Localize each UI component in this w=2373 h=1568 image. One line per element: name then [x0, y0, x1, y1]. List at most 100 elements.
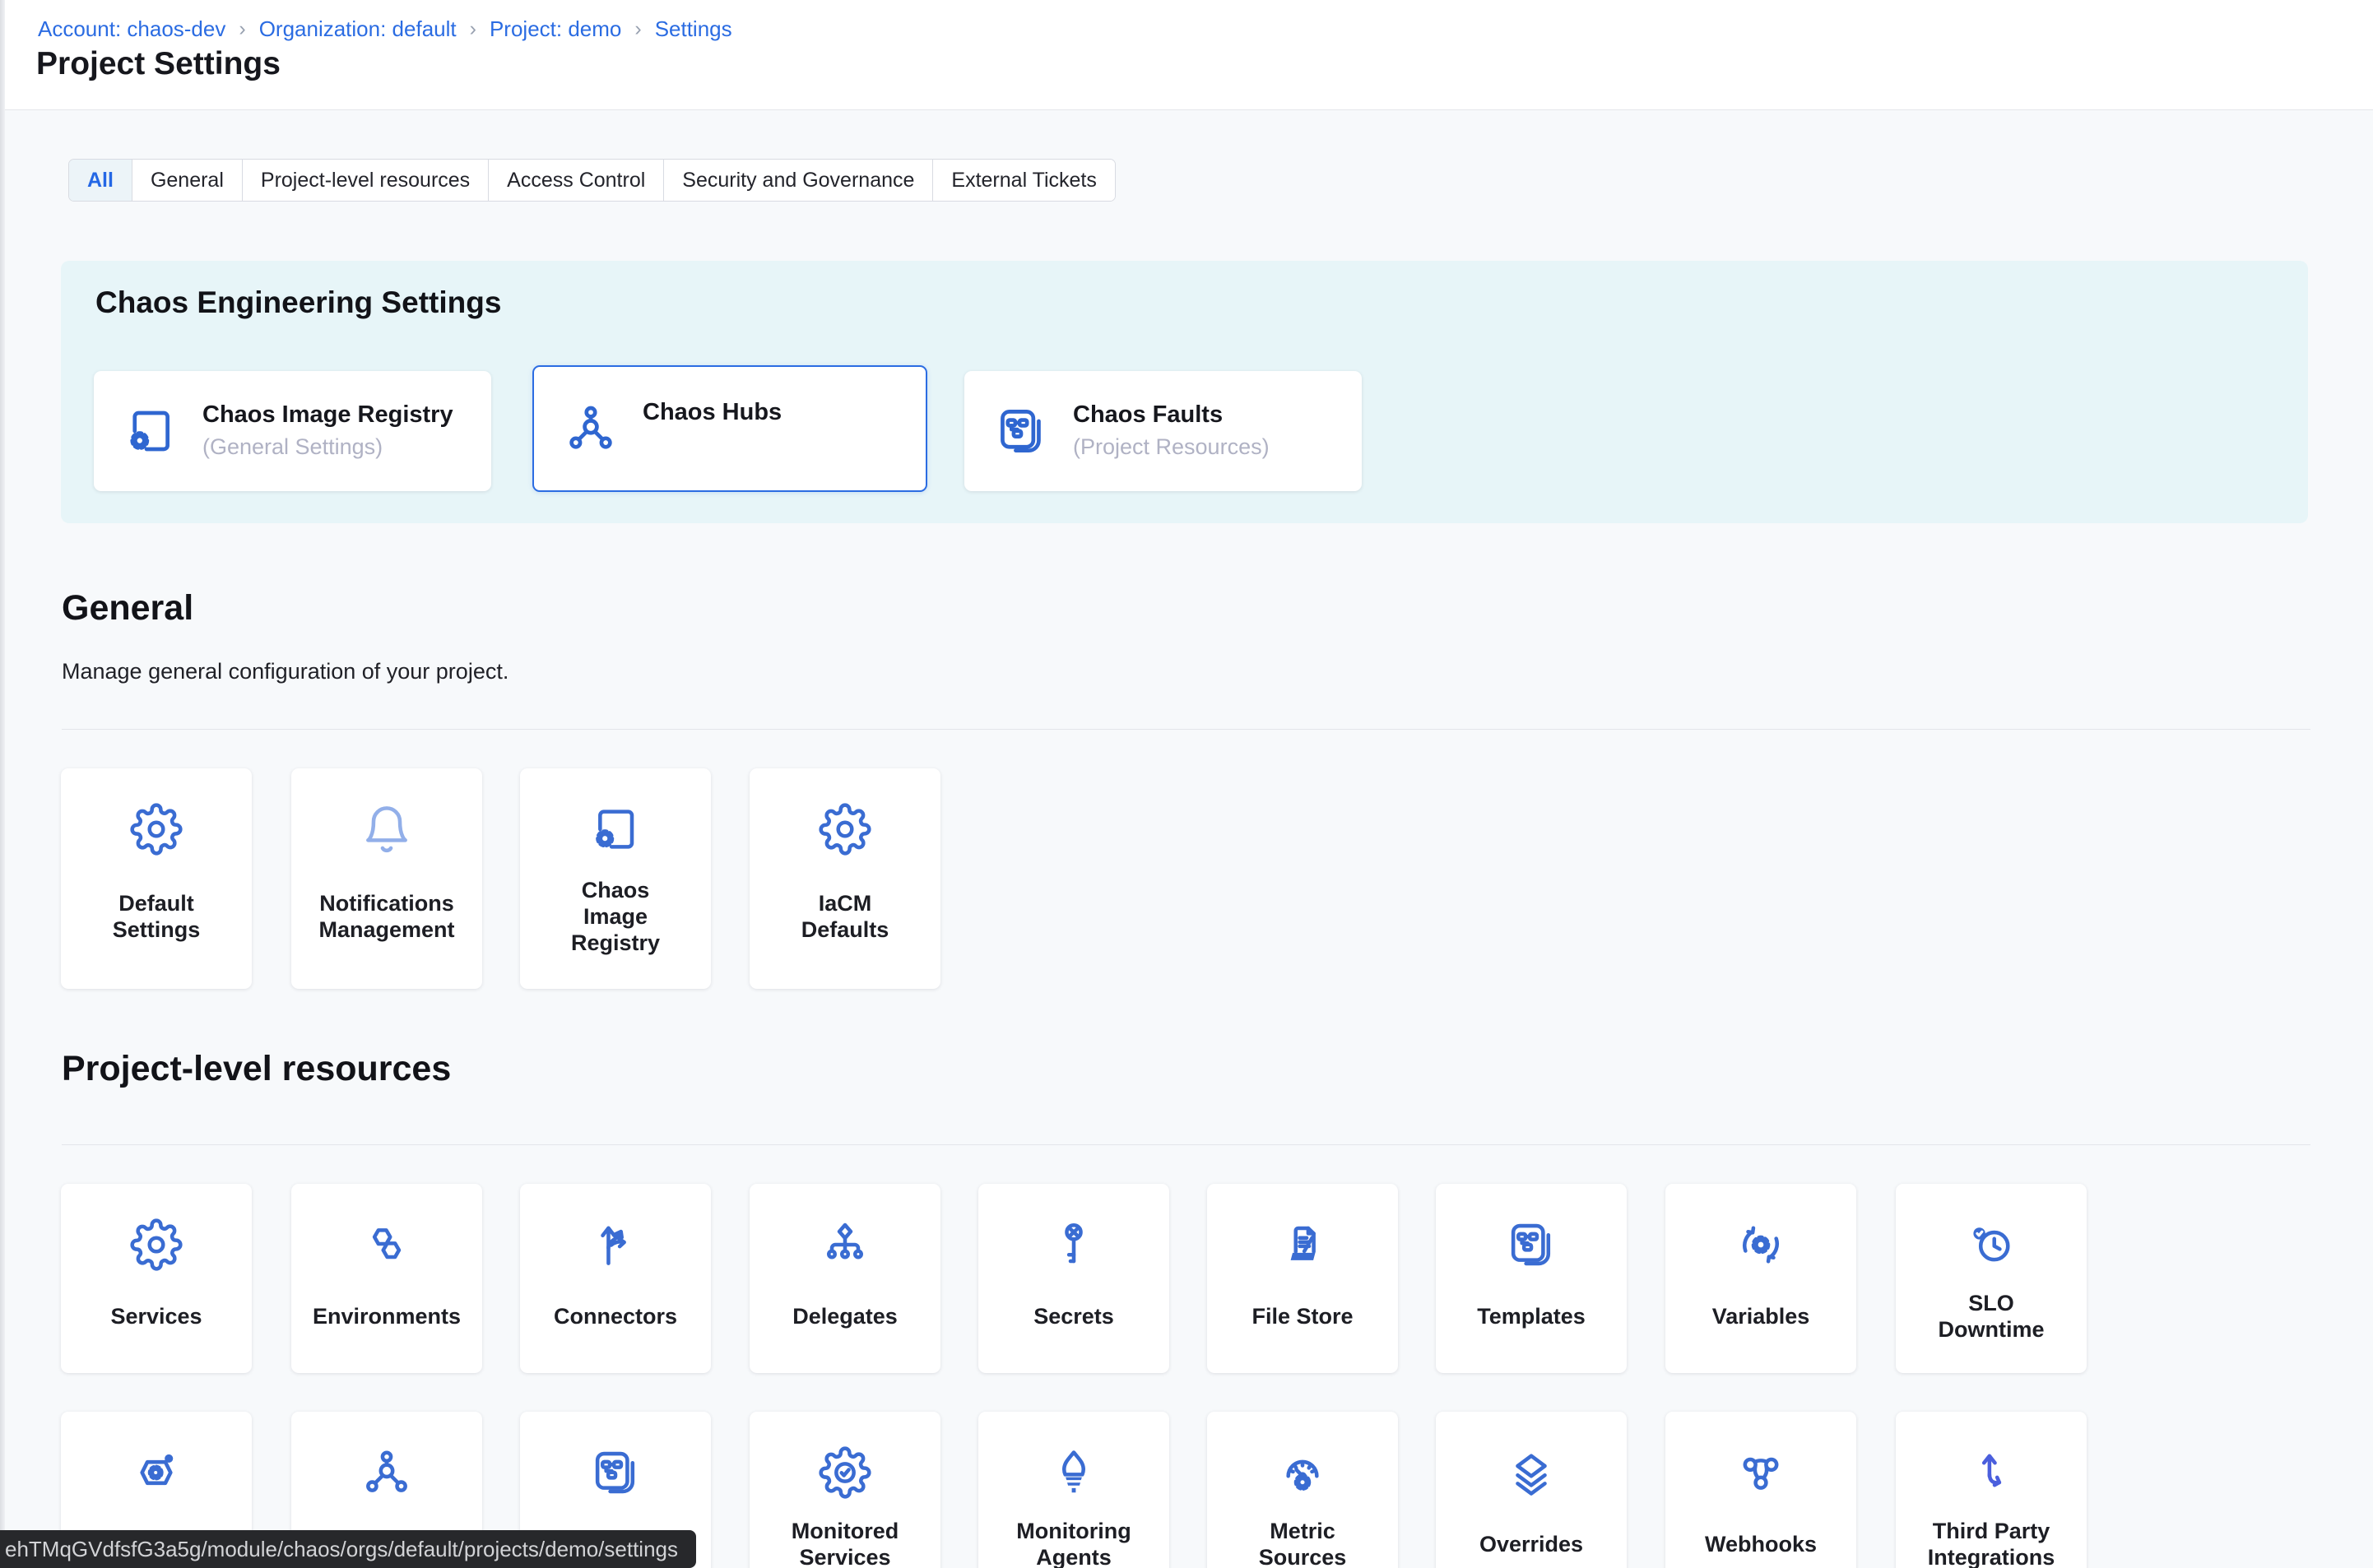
left-edge-shadow	[0, 0, 5, 1568]
card-sublabel: (Project Resources)	[1073, 434, 1270, 461]
tile-label: Third Party Integrations	[1909, 1499, 2073, 1568]
breadcrumb-separator-icon: ›	[634, 17, 641, 41]
clock-icon	[1965, 1218, 2018, 1271]
breadcrumb-separator-icon: ›	[470, 17, 476, 41]
tile-label: Services	[74, 1271, 239, 1373]
card-chaos-faults[interactable]: Chaos Faults (Project Resources)	[964, 371, 1362, 491]
tile-label: Connectors	[533, 1271, 698, 1373]
chaos-faults-icon	[994, 404, 1048, 458]
tile-label: Metric Sources	[1252, 1499, 1353, 1568]
tab-project-level-resources[interactable]: Project-level resources	[243, 160, 489, 201]
chaos-hubs-icon	[564, 401, 618, 456]
card-sublabel: (General Settings)	[202, 434, 453, 461]
url-preview-tooltip: ehTMqGVdfsfG3a5g/module/chaos/orgs/defau…	[0, 1530, 696, 1568]
tile-default-settings[interactable]: Default Settings	[61, 768, 252, 989]
tile-label: Chaos Image Registry	[553, 856, 678, 989]
chaosguard-icon	[130, 1446, 183, 1499]
card-sublabel	[643, 432, 782, 458]
layers-icon	[1505, 1446, 1558, 1499]
tile-templates[interactable]: Templates	[1436, 1184, 1627, 1373]
tile-label: Variables	[1679, 1271, 1843, 1373]
tile-label: Monitored Services	[763, 1499, 927, 1568]
tile-label: Notifications Management	[324, 856, 449, 989]
tab-general[interactable]: General	[132, 160, 243, 201]
tile-label: Environments	[304, 1271, 469, 1373]
tab-all[interactable]: All	[69, 160, 132, 201]
card-chaos-image-registry[interactable]: Chaos Image Registry (General Settings)	[94, 371, 491, 491]
breadcrumb-account[interactable]: Account: chaos-dev	[38, 16, 225, 42]
divider	[62, 729, 2310, 730]
tile-metric-sources[interactable]: Metric Sources	[1207, 1412, 1398, 1568]
tile-label: Default Settings	[94, 856, 219, 989]
tab-security-and-governance[interactable]: Security and Governance	[664, 160, 933, 201]
chaos-image-registry-icon	[589, 803, 642, 856]
gear-icon	[819, 803, 871, 856]
gauge-icon	[1276, 1446, 1329, 1499]
breadcrumb-organization[interactable]: Organization: default	[259, 16, 457, 42]
page-title: Project Settings	[36, 46, 281, 82]
tile-notifications-management[interactable]: Notifications Management	[291, 768, 482, 989]
tile-iacm-defaults[interactable]: IaCM Defaults	[750, 768, 940, 989]
tile-third-party-integrations[interactable]: Third Party Integrations	[1896, 1412, 2087, 1568]
tile-delegates[interactable]: Delegates	[750, 1184, 940, 1373]
tab-external-tickets[interactable]: External Tickets	[933, 160, 1114, 201]
card-label: Chaos Image Registry	[202, 401, 453, 429]
tile-label: Delegates	[763, 1271, 927, 1373]
page-header: Account: chaos-dev › Organization: defau…	[0, 0, 2373, 110]
tile-connectors[interactable]: Connectors	[520, 1184, 711, 1373]
tile-file-store[interactable]: File Store	[1207, 1184, 1398, 1373]
chaos-hubs-icon	[360, 1446, 413, 1499]
tile-label: Webhooks	[1679, 1499, 1843, 1568]
tile-variables[interactable]: Variables	[1665, 1184, 1856, 1373]
templates-icon	[1505, 1218, 1558, 1271]
tile-secrets[interactable]: Secrets	[978, 1184, 1169, 1373]
tile-label: IaCM Defaults	[782, 856, 908, 989]
tile-webhooks[interactable]: Webhooks	[1665, 1412, 1856, 1568]
key-icon	[1047, 1218, 1100, 1271]
chaos-image-registry-icon	[123, 404, 178, 458]
tile-overrides[interactable]: Overrides	[1436, 1412, 1627, 1568]
registry-icon	[589, 1446, 642, 1499]
connectors-icon	[589, 1218, 642, 1271]
breadcrumb: Account: chaos-dev › Organization: defau…	[38, 16, 732, 42]
tile-label: Secrets	[991, 1271, 1156, 1373]
tile-services[interactable]: Services	[61, 1184, 252, 1373]
environments-icon	[360, 1218, 413, 1271]
tile-slo-downtime[interactable]: SLO Downtime	[1896, 1184, 2087, 1373]
card-chaos-hubs[interactable]: Chaos Hubs	[532, 365, 927, 492]
variables-icon	[1734, 1218, 1787, 1271]
tile-label: Overrides	[1449, 1499, 1614, 1568]
divider	[62, 1144, 2310, 1145]
breadcrumb-project[interactable]: Project: demo	[490, 16, 621, 42]
settings-tab-bar: All General Project-level resources Acce…	[68, 159, 1116, 202]
project-resources-section-title: Project-level resources	[62, 1049, 451, 1089]
file-store-icon	[1276, 1218, 1329, 1271]
tile-label: SLO Downtime	[1941, 1271, 2041, 1373]
tile-label: Templates	[1449, 1271, 1614, 1373]
breadcrumb-separator-icon: ›	[239, 17, 245, 41]
breadcrumb-settings[interactable]: Settings	[655, 16, 732, 42]
delegates-icon	[819, 1218, 871, 1271]
monitored-services-icon	[819, 1446, 871, 1499]
webhooks-icon	[1734, 1446, 1787, 1499]
tile-label: File Store	[1220, 1271, 1385, 1373]
third-party-arrow-icon	[1965, 1446, 2018, 1499]
tile-label: Monitoring Agents	[991, 1499, 1156, 1568]
flame-icon	[1047, 1446, 1100, 1499]
general-section-title: General	[62, 588, 193, 629]
card-label: Chaos Faults	[1073, 401, 1270, 429]
project-settings-page: Account: chaos-dev › Organization: defau…	[0, 0, 2373, 1568]
general-section-description: Manage general configuration of your pro…	[62, 659, 508, 684]
tile-monitored-services[interactable]: Monitored Services	[750, 1412, 940, 1568]
gear-icon	[130, 1218, 183, 1271]
card-label: Chaos Hubs	[643, 399, 782, 426]
chaos-section-title: Chaos Engineering Settings	[95, 285, 501, 320]
url-preview-text: ehTMqGVdfsfG3a5g/module/chaos/orgs/defau…	[5, 1537, 678, 1562]
tile-chaos-image-registry[interactable]: Chaos Image Registry	[520, 768, 711, 989]
tile-monitoring-agents[interactable]: Monitoring Agents	[978, 1412, 1169, 1568]
gear-icon	[130, 803, 183, 856]
chaos-engineering-settings-section: Chaos Engineering Settings Chaos Image R…	[61, 261, 2308, 523]
tab-access-control[interactable]: Access Control	[489, 160, 664, 201]
bell-icon	[360, 803, 413, 856]
tile-environments[interactable]: Environments	[291, 1184, 482, 1373]
